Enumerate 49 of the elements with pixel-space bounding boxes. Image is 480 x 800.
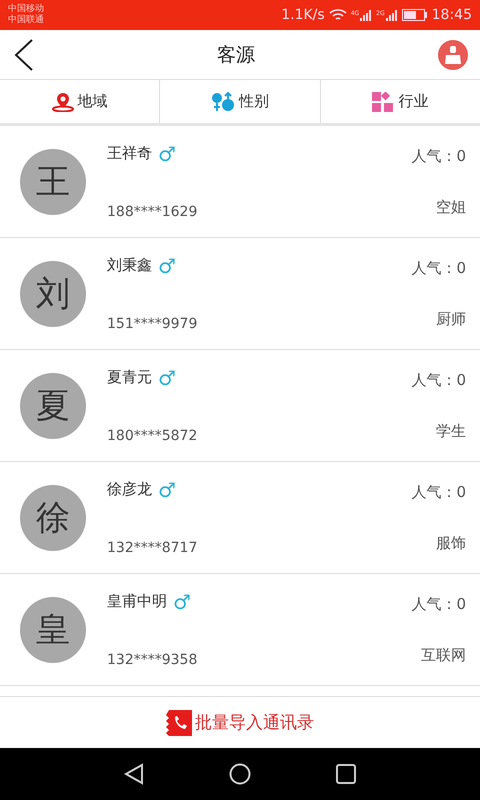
signal-icon — [360, 10, 372, 20]
network-speed: 1.1K/s — [281, 7, 325, 23]
carrier-name: 中国联通 — [8, 15, 44, 26]
avatar: 徐 — [20, 484, 86, 550]
male-symbol: ♂ — [158, 256, 176, 276]
occupation: 互联网 — [421, 646, 466, 664]
contact-name: 王祥奇 — [107, 144, 152, 163]
wifi-icon — [328, 8, 347, 22]
phone-number: 132****8717 — [107, 540, 198, 556]
occupation: 学生 — [436, 422, 466, 440]
phone-number: 188****1629 — [107, 204, 198, 220]
male-symbol: ♂ — [158, 144, 176, 164]
occupation: 服饰 — [436, 534, 466, 552]
popularity-count: 人气：0 — [411, 482, 466, 502]
male-symbol: ♂ — [173, 592, 191, 612]
avatar: 刘 — [20, 260, 86, 326]
import-contacts-button[interactable]: 批量导入通讯录 — [166, 710, 314, 736]
gender-icon — [210, 92, 235, 112]
back-nav-button[interactable] — [124, 763, 144, 785]
popularity-count: 人气：0 — [411, 594, 466, 614]
clock-time: 18:45 — [432, 7, 472, 23]
page-title: 客源 — [217, 42, 255, 68]
male-symbol: ♂ — [158, 368, 176, 388]
grid-icon — [372, 92, 394, 112]
contact-name: 皇甫中明 — [107, 592, 167, 611]
signal-icon — [386, 10, 398, 20]
phone-number: 151****9979 — [107, 316, 198, 332]
back-button[interactable] — [12, 38, 34, 72]
contact-name: 徐彦龙 — [107, 480, 152, 499]
contact-name: 刘秉鑫 — [107, 256, 152, 275]
occupation: 空姐 — [436, 198, 466, 216]
carrier-name: 中国移动 — [8, 4, 44, 14]
occupation: 厨师 — [436, 310, 466, 328]
avatar: 王 — [20, 148, 86, 214]
popularity-count: 人气：0 — [411, 146, 466, 166]
popularity-count: 人气：0 — [411, 258, 466, 278]
clean-button[interactable] — [438, 40, 468, 70]
phone-number: 132****9358 — [107, 652, 198, 668]
contact-name: 夏青元 — [107, 368, 152, 387]
avatar: 夏 — [20, 372, 86, 438]
male-symbol: ♂ — [158, 480, 176, 500]
avatar: 皇 — [20, 596, 86, 662]
home-nav-button[interactable] — [229, 763, 251, 785]
location-pin-icon — [52, 92, 74, 112]
popularity-count: 人气：0 — [411, 370, 466, 390]
recents-nav-button[interactable] — [336, 764, 356, 784]
battery-icon — [402, 9, 428, 21]
phone-number: 180****5872 — [107, 428, 198, 444]
phone-book-icon — [166, 710, 192, 736]
